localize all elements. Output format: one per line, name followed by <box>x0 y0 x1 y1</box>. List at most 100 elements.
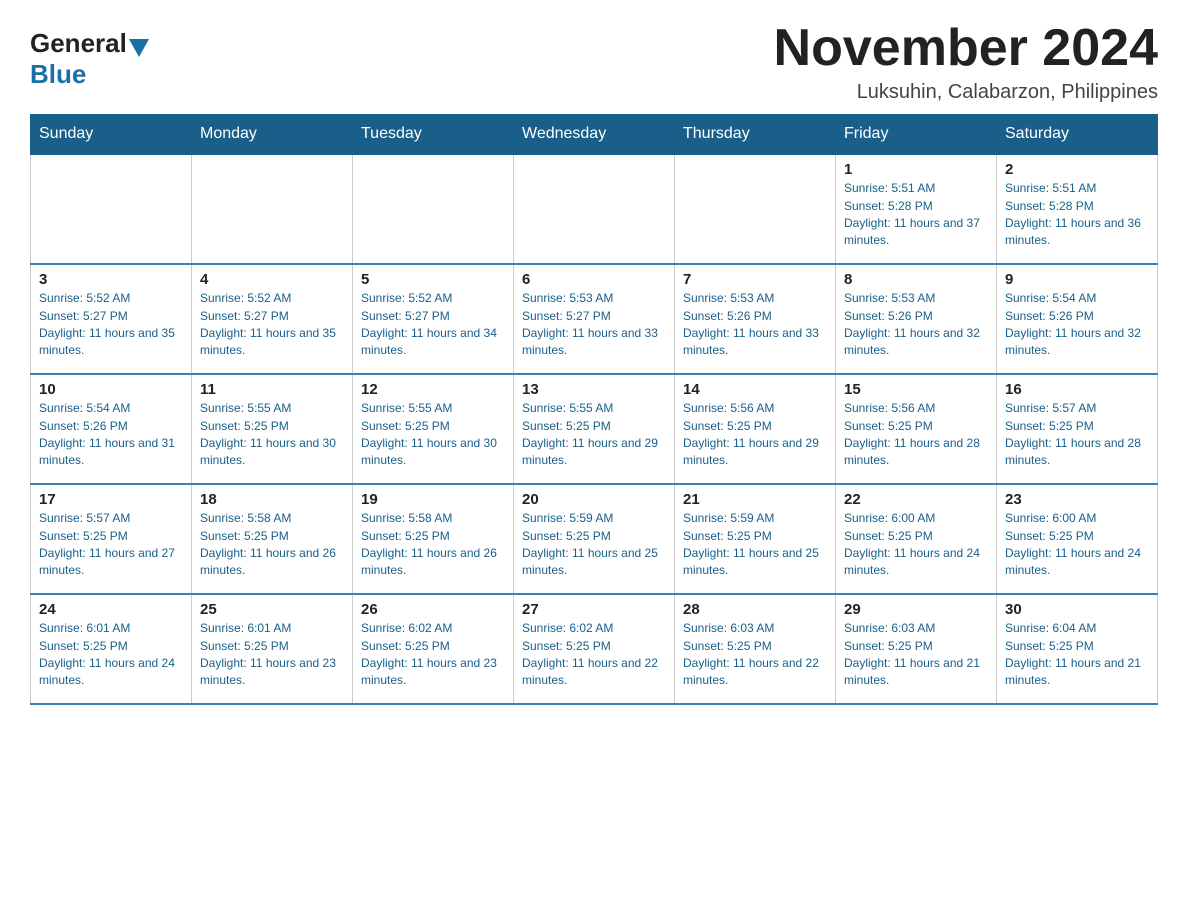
calendar-weekday-friday: Friday <box>836 115 997 155</box>
day-number: 18 <box>200 491 344 508</box>
day-number: 4 <box>200 271 344 288</box>
calendar-cell: 28Sunrise: 6:03 AMSunset: 5:25 PMDayligh… <box>675 594 836 704</box>
page-header: General Blue November 2024 Luksuhin, Cal… <box>30 20 1158 104</box>
sun-info: Sunrise: 5:52 AMSunset: 5:27 PMDaylight:… <box>361 290 505 360</box>
day-number: 25 <box>200 601 344 618</box>
sun-info: Sunrise: 5:56 AMSunset: 5:25 PMDaylight:… <box>683 400 827 470</box>
day-number: 29 <box>844 601 988 618</box>
logo-triangle-icon <box>129 39 149 57</box>
sun-info: Sunrise: 5:52 AMSunset: 5:27 PMDaylight:… <box>39 290 183 360</box>
day-number: 19 <box>361 491 505 508</box>
day-number: 11 <box>200 381 344 398</box>
day-number: 23 <box>1005 491 1149 508</box>
day-number: 14 <box>683 381 827 398</box>
calendar-cell: 12 Sunrise: 5:55 AMSunset: 5:25 PMDayligh… <box>353 374 514 484</box>
calendar-cell: 15Sunrise: 5:56 AMSunset: 5:25 PMDayligh… <box>836 374 997 484</box>
calendar-cell: 7 Sunrise: 5:53 AMSunset: 5:26 PMDaylight… <box>675 264 836 374</box>
calendar-cell: 17 Sunrise: 5:57 AMSunset: 5:25 PMDayligh… <box>31 484 192 594</box>
calendar-cell: 6Sunrise: 5:53 AMSunset: 5:27 PMDaylight… <box>514 264 675 374</box>
sun-info: Sunrise: 6:02 AMSunset: 5:25 PMDaylight:… <box>522 620 666 690</box>
calendar-cell: 2Sunrise: 5:51 AMSunset: 5:28 PMDaylight… <box>997 154 1158 264</box>
calendar-cell: 4 Sunrise: 5:52 AMSunset: 5:27 PMDaylight… <box>192 264 353 374</box>
sun-info: Sunrise: 6:04 AMSunset: 5:25 PMDaylight:… <box>1005 620 1149 690</box>
sun-info: Sunrise: 5:52 AMSunset: 5:27 PMDaylight:… <box>200 290 344 360</box>
sun-info: Sunrise: 6:00 AMSunset: 5:25 PMDaylight:… <box>1005 510 1149 580</box>
calendar-cell: 29 Sunrise: 6:03 AMSunset: 5:25 PMDayligh… <box>836 594 997 704</box>
logo-blue-text: Blue <box>30 59 86 90</box>
sun-info: Sunrise: 5:55 AMSunset: 5:25 PMDaylight:… <box>361 400 505 470</box>
day-number: 13 <box>522 381 666 398</box>
month-year-title: November 2024 <box>774 20 1158 77</box>
calendar-cell: 11 Sunrise: 5:55 AMSunset: 5:25 PMDayligh… <box>192 374 353 484</box>
calendar-header-row: SundayMondayTuesdayWednesdayThursdayFrid… <box>31 115 1158 155</box>
calendar-cell: 25 Sunrise: 6:01 AMSunset: 5:25 PMDayligh… <box>192 594 353 704</box>
day-number: 10 <box>39 381 183 398</box>
calendar-weekday-sunday: Sunday <box>31 115 192 155</box>
calendar-cell <box>514 154 675 264</box>
calendar-cell: 10 Sunrise: 5:54 AMSunset: 5:26 PMDayligh… <box>31 374 192 484</box>
calendar-cell: 27 Sunrise: 6:02 AMSunset: 5:25 PMDayligh… <box>514 594 675 704</box>
calendar-cell: 3 Sunrise: 5:52 AMSunset: 5:27 PMDaylight… <box>31 264 192 374</box>
calendar-cell: 30Sunrise: 6:04 AMSunset: 5:25 PMDayligh… <box>997 594 1158 704</box>
sun-info: Sunrise: 6:03 AMSunset: 5:25 PMDaylight:… <box>844 620 988 690</box>
calendar-weekday-monday: Monday <box>192 115 353 155</box>
calendar-cell: 1Sunrise: 5:51 AMSunset: 5:28 PMDaylight… <box>836 154 997 264</box>
day-number: 9 <box>1005 271 1149 288</box>
calendar-cell <box>31 154 192 264</box>
sun-info: Sunrise: 5:54 AMSunset: 5:26 PMDaylight:… <box>39 400 183 470</box>
sun-info: Sunrise: 5:57 AMSunset: 5:25 PMDaylight:… <box>1005 400 1149 470</box>
sun-info: Sunrise: 6:00 AMSunset: 5:25 PMDaylight:… <box>844 510 988 580</box>
calendar-cell <box>192 154 353 264</box>
day-number: 3 <box>39 271 183 288</box>
sun-info: Sunrise: 5:55 AMSunset: 5:25 PMDaylight:… <box>522 400 666 470</box>
calendar-cell: 19 Sunrise: 5:58 AMSunset: 5:25 PMDayligh… <box>353 484 514 594</box>
sun-info: Sunrise: 5:51 AMSunset: 5:28 PMDaylight:… <box>1005 180 1149 250</box>
logo-general-text: General <box>30 28 127 59</box>
day-number: 28 <box>683 601 827 618</box>
location-subtitle: Luksuhin, Calabarzon, Philippines <box>774 81 1158 104</box>
sun-info: Sunrise: 6:02 AMSunset: 5:25 PMDaylight:… <box>361 620 505 690</box>
calendar-cell: 9 Sunrise: 5:54 AMSunset: 5:26 PMDaylight… <box>997 264 1158 374</box>
sun-info: Sunrise: 5:54 AMSunset: 5:26 PMDaylight:… <box>1005 290 1149 360</box>
day-number: 15 <box>844 381 988 398</box>
calendar-cell: 23 Sunrise: 6:00 AMSunset: 5:25 PMDayligh… <box>997 484 1158 594</box>
day-number: 16 <box>1005 381 1149 398</box>
calendar-weekday-tuesday: Tuesday <box>353 115 514 155</box>
day-number: 12 <box>361 381 505 398</box>
sun-info: Sunrise: 5:55 AMSunset: 5:25 PMDaylight:… <box>200 400 344 470</box>
calendar-cell <box>353 154 514 264</box>
calendar-cell: 26Sunrise: 6:02 AMSunset: 5:25 PMDayligh… <box>353 594 514 704</box>
calendar-week-1: 1Sunrise: 5:51 AMSunset: 5:28 PMDaylight… <box>31 154 1158 264</box>
day-number: 17 <box>39 491 183 508</box>
sun-info: Sunrise: 5:58 AMSunset: 5:25 PMDaylight:… <box>200 510 344 580</box>
calendar-weekday-thursday: Thursday <box>675 115 836 155</box>
calendar-cell: 21Sunrise: 5:59 AMSunset: 5:25 PMDayligh… <box>675 484 836 594</box>
logo: General Blue <box>30 28 151 90</box>
sun-info: Sunrise: 6:01 AMSunset: 5:25 PMDaylight:… <box>200 620 344 690</box>
day-number: 8 <box>844 271 988 288</box>
calendar-cell: 24Sunrise: 6:01 AMSunset: 5:25 PMDayligh… <box>31 594 192 704</box>
day-number: 5 <box>361 271 505 288</box>
sun-info: Sunrise: 5:53 AMSunset: 5:26 PMDaylight:… <box>683 290 827 360</box>
calendar-cell: 18 Sunrise: 5:58 AMSunset: 5:25 PMDayligh… <box>192 484 353 594</box>
sun-info: Sunrise: 5:59 AMSunset: 5:25 PMDaylight:… <box>522 510 666 580</box>
calendar-cell: 5 Sunrise: 5:52 AMSunset: 5:27 PMDaylight… <box>353 264 514 374</box>
day-number: 22 <box>844 491 988 508</box>
sun-info: Sunrise: 6:01 AMSunset: 5:25 PMDaylight:… <box>39 620 183 690</box>
sun-info: Sunrise: 5:53 AMSunset: 5:26 PMDaylight:… <box>844 290 988 360</box>
calendar-cell: 14 Sunrise: 5:56 AMSunset: 5:25 PMDayligh… <box>675 374 836 484</box>
day-number: 21 <box>683 491 827 508</box>
calendar-week-2: 3 Sunrise: 5:52 AMSunset: 5:27 PMDaylight… <box>31 264 1158 374</box>
sun-info: Sunrise: 5:51 AMSunset: 5:28 PMDaylight:… <box>844 180 988 250</box>
day-number: 7 <box>683 271 827 288</box>
sun-info: Sunrise: 5:57 AMSunset: 5:25 PMDaylight:… <box>39 510 183 580</box>
calendar-cell: 22 Sunrise: 6:00 AMSunset: 5:25 PMDayligh… <box>836 484 997 594</box>
calendar-cell: 20Sunrise: 5:59 AMSunset: 5:25 PMDayligh… <box>514 484 675 594</box>
day-number: 27 <box>522 601 666 618</box>
day-number: 6 <box>522 271 666 288</box>
calendar-weekday-wednesday: Wednesday <box>514 115 675 155</box>
sun-info: Sunrise: 5:58 AMSunset: 5:25 PMDaylight:… <box>361 510 505 580</box>
calendar-weekday-saturday: Saturday <box>997 115 1158 155</box>
calendar-cell: 16 Sunrise: 5:57 AMSunset: 5:25 PMDayligh… <box>997 374 1158 484</box>
calendar-table: SundayMondayTuesdayWednesdayThursdayFrid… <box>30 114 1158 705</box>
